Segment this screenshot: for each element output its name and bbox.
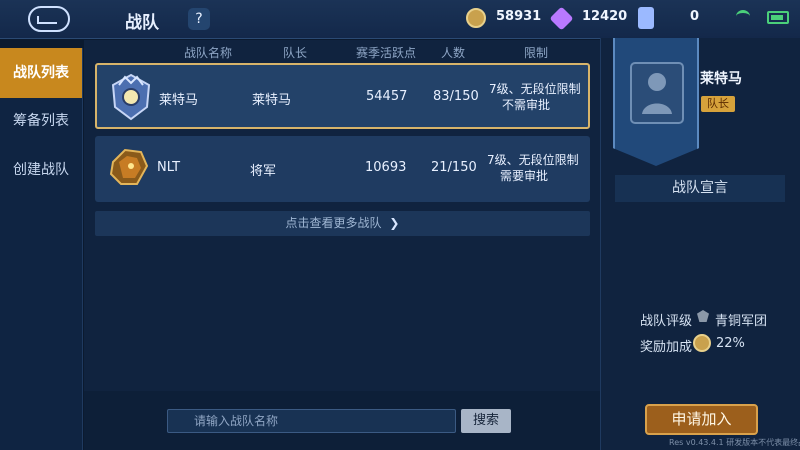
team-members: 21/150 [431, 160, 477, 175]
team-activity: 10693 [365, 160, 407, 175]
col-header-activity: 赛季活跃点 [356, 46, 417, 60]
team-captain: 莱特马 [252, 93, 292, 108]
team-emblem-icon [107, 144, 151, 192]
team-members: 83/150 [433, 89, 479, 104]
gem-amount: 12420 [582, 9, 628, 24]
gold-amount: 58931 [496, 9, 542, 24]
col-header-captain: 队长 [283, 46, 308, 60]
search-input[interactable]: 请输入战队名称 [167, 409, 456, 433]
col-header-members: 人数 [441, 46, 466, 60]
team-approval: 不需审批 [502, 98, 551, 112]
card-amount: 0 [690, 9, 700, 24]
help-button[interactable]: ? [188, 8, 210, 30]
page-title: 战队 [125, 13, 159, 33]
team-activity: 54457 [366, 89, 408, 104]
team-name: 莱特马 [159, 93, 199, 108]
team-rating-value: 青铜军团 [715, 314, 768, 329]
card-icon [638, 7, 654, 29]
version-text: Res v0.43.4.1 研发版本不代表最终品质 [669, 438, 800, 447]
sidebar-item-prep-list[interactable]: 筹备列表 [0, 96, 82, 146]
top-bar [0, 0, 800, 39]
battery-icon [767, 11, 789, 24]
chevron-right-icon: ❯ [389, 216, 400, 230]
team-declaration-title: 战队宣言 [615, 175, 785, 202]
captain-badge: 队长 [701, 96, 735, 112]
reward-bonus-value: 22% [716, 336, 745, 351]
avatar [630, 62, 684, 124]
col-header-name: 战队名称 [184, 46, 233, 60]
coin-icon [466, 8, 486, 28]
team-row[interactable]: 莱特马 莱特马 54457 83/150 7级、无段位限制 不需审批 [95, 63, 590, 129]
team-row[interactable]: NLT 将军 10693 21/150 7级、无段位限制 需要审批 [95, 136, 590, 202]
team-name: NLT [157, 160, 181, 175]
sidebar-item-team-list[interactable]: 战队列表 [0, 48, 82, 98]
wifi-icon [736, 10, 750, 23]
view-more-label: 点击查看更多战队 [285, 216, 382, 230]
apply-join-button[interactable]: 申请加入 [645, 404, 758, 435]
captain-name: 莱特马 [700, 71, 742, 87]
sidebar-item-create-team[interactable]: 创建战队 [0, 145, 82, 195]
team-approval: 需要审批 [500, 169, 549, 183]
team-limit: 7级、无段位限制 [487, 153, 579, 167]
col-header-limit: 限制 [524, 46, 549, 60]
search-button[interactable]: 搜索 [461, 409, 511, 433]
coin-icon [693, 334, 711, 352]
team-captain: 将军 [250, 164, 277, 179]
team-emblem-icon [109, 73, 153, 121]
team-limit: 7级、无段位限制 [489, 82, 581, 96]
team-rating-label: 战队评级 [640, 314, 693, 329]
reward-bonus-label: 奖励加成 [640, 340, 693, 355]
view-more-button[interactable]: 点击查看更多战队 ❯ [95, 211, 590, 236]
back-icon[interactable] [28, 6, 70, 32]
